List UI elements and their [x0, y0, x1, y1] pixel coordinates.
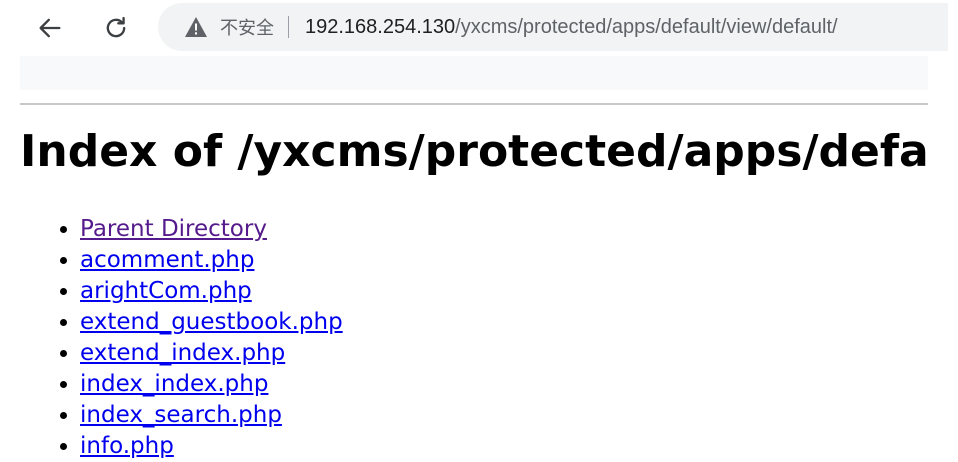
arrow-left-icon	[39, 18, 61, 38]
list-item: arightCom.php	[80, 276, 343, 307]
warning-triangle-icon[interactable]	[184, 15, 208, 39]
page-title: Index of /yxcms/protected/apps/default/v…	[20, 126, 928, 177]
reload-icon	[106, 16, 126, 38]
url-host: 192.168.254.130	[305, 15, 456, 38]
back-button[interactable]	[32, 10, 68, 46]
file-link[interactable]: arightCom.php	[80, 278, 252, 304]
list-item: Parent Directory	[80, 214, 343, 245]
file-link[interactable]: index_index.php	[80, 371, 268, 397]
file-link[interactable]: info.php	[80, 433, 174, 459]
file-link[interactable]: extend_guestbook.php	[80, 309, 343, 335]
omnibox-separator	[288, 16, 289, 38]
list-item: index_search.php	[80, 400, 343, 431]
file-link[interactable]: acomment.php	[80, 247, 254, 273]
horizontal-rule	[20, 103, 928, 105]
list-item: extend_index.php	[80, 338, 343, 369]
page-top-strip	[20, 56, 928, 90]
list-item: info.php	[80, 431, 343, 462]
file-link[interactable]: index_search.php	[80, 402, 282, 428]
reload-button[interactable]	[98, 10, 134, 46]
browser-toolbar: 不安全 192.168.254.130/yxcms/protected/apps…	[0, 0, 958, 56]
url-path: /yxcms/protected/apps/default/view/defau…	[455, 15, 838, 38]
list-item: index_index.php	[80, 369, 343, 400]
list-item: acomment.php	[80, 245, 343, 276]
list-item: extend_guestbook.php	[80, 307, 343, 338]
file-link[interactable]: extend_index.php	[80, 340, 285, 366]
address-bar[interactable]: 不安全 192.168.254.130/yxcms/protected/apps…	[158, 3, 948, 51]
security-status-label[interactable]: 不安全	[220, 14, 274, 40]
directory-listing: Parent Directory acomment.php arightCom.ph…	[20, 214, 343, 462]
parent-directory-link[interactable]: Parent Directory	[80, 216, 267, 242]
